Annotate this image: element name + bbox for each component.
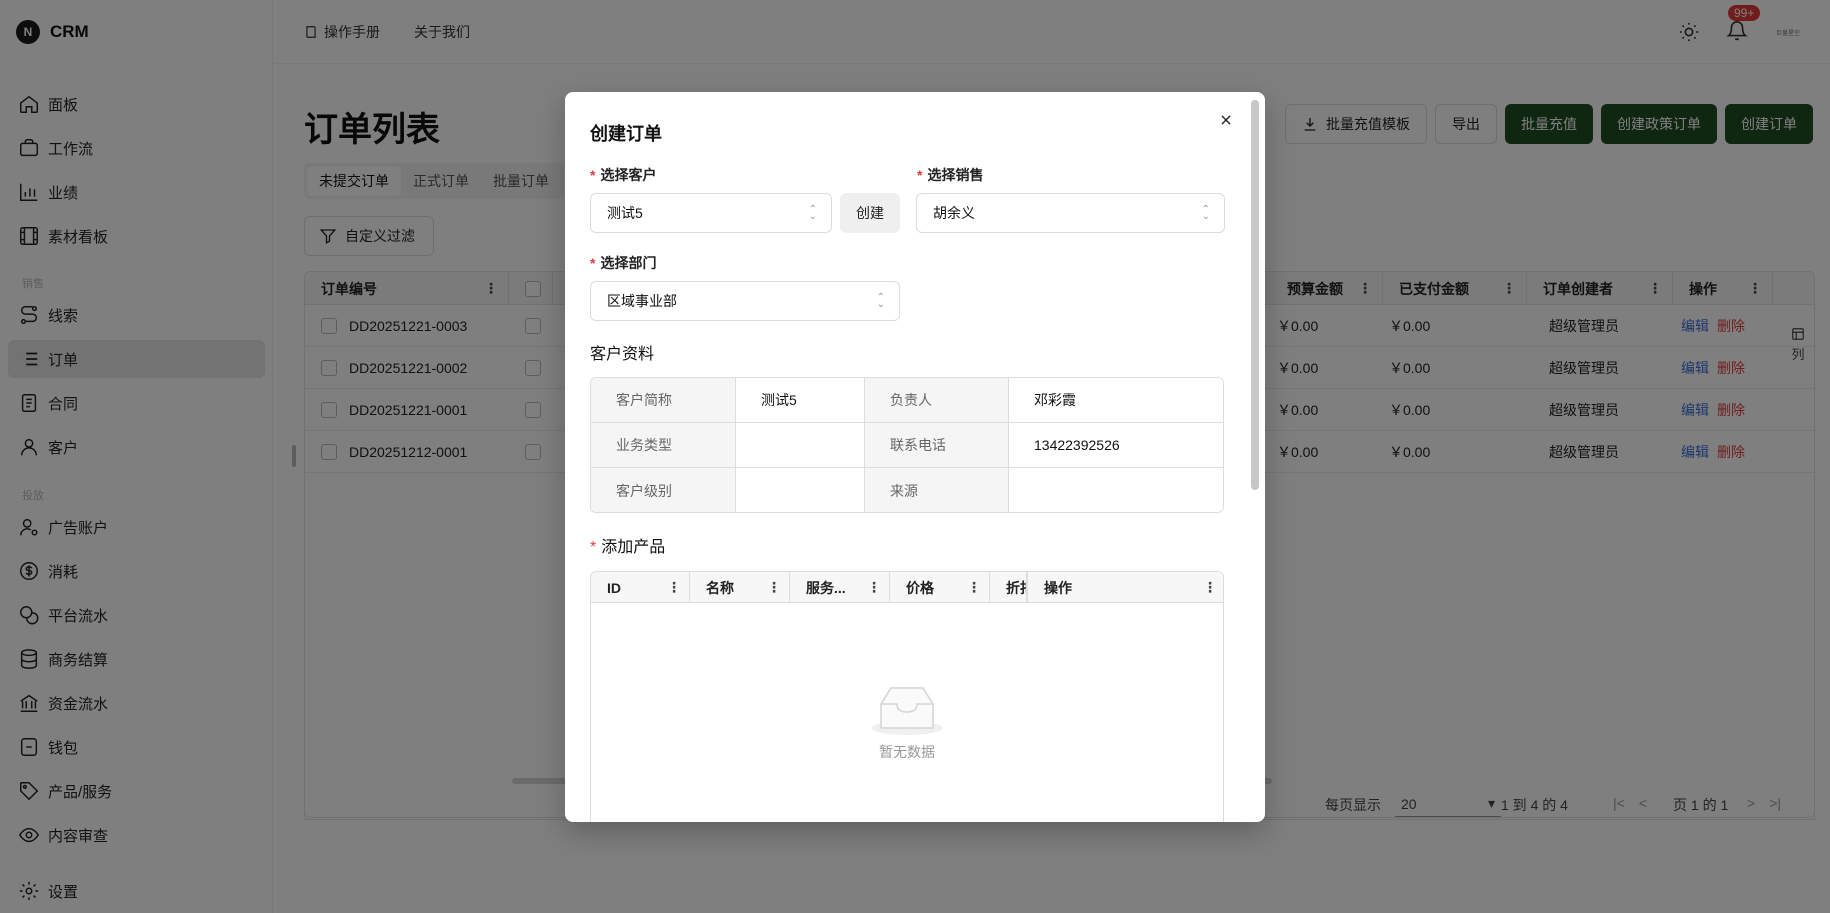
phone-value: 13422392526 [1009, 423, 1223, 468]
sales-label: * 选择销售 [917, 165, 983, 185]
sales-value: 胡余义 [933, 205, 975, 221]
chevron-updown-icon: ⌃ ⌄ [1201, 204, 1210, 222]
close-icon [1221, 115, 1231, 125]
department-select[interactable]: 区域事业部 ⌃ ⌄ [590, 281, 900, 321]
column-menu-icon[interactable]: ⋮ [867, 579, 881, 596]
column-header-id[interactable]: ID ⋮ [591, 572, 690, 603]
owner-value: 邓彩霞 [1009, 378, 1223, 423]
required-mark: * [590, 255, 596, 271]
chevron-updown-icon: ⌃ ⌄ [808, 204, 817, 222]
products-grid-header: ID ⋮ 名称 ⋮ 服务... ⋮ 价格 ⋮ 折扣 操作 ⋮ [591, 572, 1223, 603]
empty-state: 暂无数据 [591, 682, 1223, 762]
chevron-updown-icon: ⌃ ⌄ [876, 292, 885, 310]
customer-info-title: 客户资料 [590, 346, 655, 363]
column-header-name[interactable]: 名称 ⋮ [690, 572, 790, 603]
short-name-value: 测试5 [736, 378, 865, 423]
department-label: * 选择部门 [590, 253, 656, 273]
required-mark: * [917, 167, 923, 183]
department-value: 区域事业部 [607, 293, 677, 309]
customer-label-text: 选择客户 [600, 167, 657, 183]
empty-inbox-icon [871, 687, 943, 735]
source-value [1009, 468, 1223, 512]
customer-info-table: 客户简称 测试5 负责人 邓彩霞 业务类型 联系电话 13422392526 客… [590, 377, 1224, 513]
column-header-discount[interactable]: 折扣 [990, 572, 1027, 603]
products-grid: ID ⋮ 名称 ⋮ 服务... ⋮ 价格 ⋮ 折扣 操作 ⋮ 暂无数据 [590, 571, 1224, 822]
column-header-label: 操作 [1044, 579, 1072, 596]
level-label: 客户级别 [591, 468, 736, 512]
short-name-label: 客户简称 [591, 378, 736, 423]
column-header-label: ID [607, 579, 621, 596]
create-order-dialog: 创建订单 * 选择客户 测试5 ⌃ ⌄ 创建 * 选择销售 胡余义 ⌃ ⌄ * 选择部门 … [565, 92, 1265, 822]
add-products-title-text: 添加产品 [601, 539, 666, 556]
column-header-label: 折扣 [1006, 579, 1026, 596]
sales-select[interactable]: 胡余义 ⌃ ⌄ [916, 193, 1225, 233]
create-customer-button[interactable]: 创建 [840, 193, 900, 233]
customer-label: * 选择客户 [590, 165, 656, 185]
column-header-service[interactable]: 服务... ⋮ [790, 572, 890, 603]
column-header-price[interactable]: 价格 ⋮ [890, 572, 990, 603]
column-menu-icon[interactable]: ⋮ [667, 579, 681, 596]
biz-type-label: 业务类型 [591, 423, 736, 468]
column-menu-icon[interactable]: ⋮ [967, 579, 981, 596]
required-mark: * [590, 167, 596, 183]
empty-text: 暂无数据 [879, 744, 935, 760]
column-header-label: 价格 [906, 579, 934, 596]
owner-label: 负责人 [865, 378, 1009, 423]
customer-value: 测试5 [607, 205, 643, 221]
level-value [736, 468, 865, 512]
column-header-label: 名称 [706, 579, 734, 596]
close-button[interactable] [1214, 108, 1238, 132]
phone-label: 联系电话 [865, 423, 1009, 468]
source-label: 来源 [865, 468, 1009, 512]
department-label-text: 选择部门 [600, 255, 657, 271]
column-menu-icon[interactable]: ⋮ [767, 579, 781, 596]
biz-type-value [736, 423, 865, 468]
required-mark: * [590, 539, 597, 556]
dialog-title: 创建订单 [590, 124, 662, 144]
column-header-product-actions[interactable]: 操作 ⋮ [1027, 572, 1223, 603]
column-menu-icon[interactable]: ⋮ [1203, 579, 1217, 596]
add-products-title: * 添加产品 [590, 533, 665, 557]
column-header-label: 服务... [806, 579, 846, 596]
dialog-scrollbar[interactable] [1251, 100, 1259, 490]
sales-label-text: 选择销售 [927, 167, 984, 183]
customer-select[interactable]: 测试5 ⌃ ⌄ [590, 193, 832, 233]
